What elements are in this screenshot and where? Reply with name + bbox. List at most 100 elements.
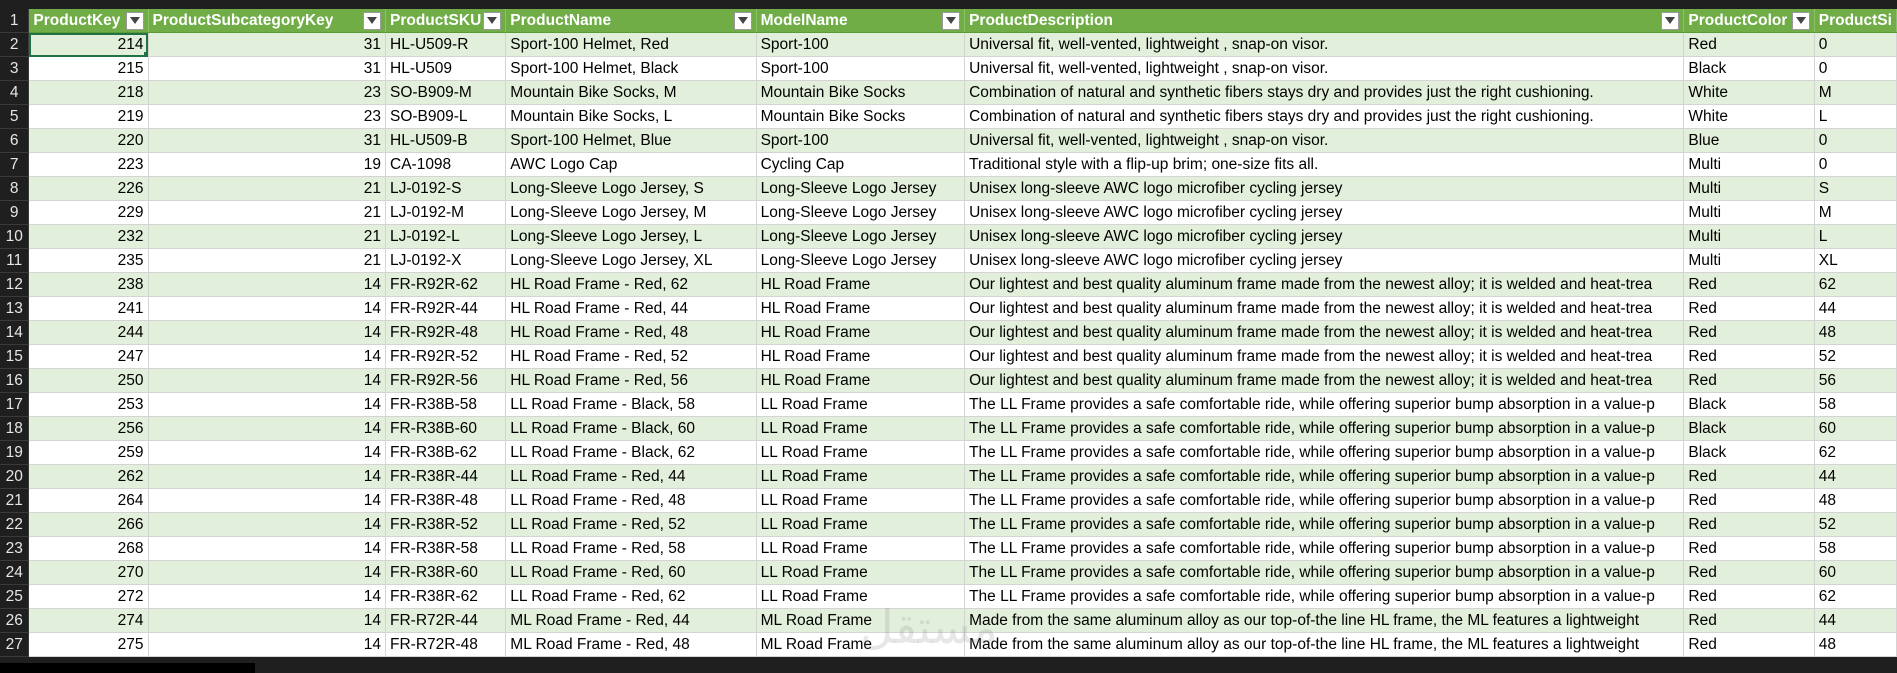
size-cell[interactable]: 62 [1814,584,1897,609]
description-cell[interactable]: Our lightest and best quality aluminum f… [964,272,1685,297]
product-name-cell[interactable]: LL Road Frame - Red, 44 [505,464,757,489]
model-name-cell[interactable]: Long-Sleeve Logo Jersey [756,248,966,273]
product-key-cell[interactable]: 274 [28,608,149,633]
sku-cell[interactable]: FR-R38B-62 [385,440,507,465]
size-cell[interactable]: S [1814,176,1897,201]
filter-dropdown-icon[interactable] [733,11,752,30]
model-name-cell[interactable]: Mountain Bike Socks [756,80,966,105]
row-number[interactable]: 4 [0,80,30,105]
product-name-cell[interactable]: Long-Sleeve Logo Jersey, M [505,200,757,225]
description-cell[interactable]: Unisex long-sleeve AWC logo microfiber c… [964,248,1685,273]
subcategory-key-cell[interactable]: 14 [148,272,387,297]
description-cell[interactable]: Combination of natural and synthetic fib… [964,104,1685,129]
product-key-cell[interactable]: 232 [28,224,149,249]
subcategory-key-cell[interactable]: 31 [148,128,387,153]
filter-dropdown-icon[interactable] [363,11,381,30]
description-cell[interactable]: Combination of natural and synthetic fib… [964,80,1685,105]
column-header-productcolor[interactable]: ProductColor [1683,9,1815,33]
column-header-productsku[interactable]: ProductSKU [385,9,507,33]
product-name-cell[interactable]: ML Road Frame - Red, 48 [505,632,757,657]
product-key-cell[interactable]: 264 [28,488,149,513]
sku-cell[interactable]: CA-1098 [385,152,507,177]
subcategory-key-cell[interactable]: 23 [148,104,387,129]
size-cell[interactable]: 48 [1814,320,1897,345]
color-cell[interactable]: Multi [1683,224,1815,249]
size-cell[interactable]: L [1814,104,1897,129]
row-number[interactable]: 13 [0,296,30,321]
sku-cell[interactable]: SO-B909-M [385,80,507,105]
product-key-cell[interactable]: 247 [28,344,149,369]
sku-cell[interactable]: FR-R92R-56 [385,368,507,393]
model-name-cell[interactable]: Long-Sleeve Logo Jersey [756,224,966,249]
size-cell[interactable]: 58 [1814,392,1897,417]
color-cell[interactable]: Red [1683,368,1815,393]
product-name-cell[interactable]: ML Road Frame - Red, 44 [505,608,757,633]
sku-cell[interactable]: FR-R38R-60 [385,560,507,585]
description-cell[interactable]: Universal fit, well-vented, lightweight … [964,56,1685,81]
subcategory-key-cell[interactable]: 14 [148,392,387,417]
row-number[interactable]: 22 [0,512,30,537]
color-cell[interactable]: White [1683,80,1815,105]
sku-cell[interactable]: SO-B909-L [385,104,507,129]
row-number[interactable]: 18 [0,416,30,441]
filter-dropdown-icon[interactable] [942,11,961,30]
product-name-cell[interactable]: HL Road Frame - Red, 48 [505,320,757,345]
row-number[interactable]: 15 [0,344,30,369]
subcategory-key-cell[interactable]: 14 [148,368,387,393]
color-cell[interactable]: Black [1683,392,1815,417]
product-key-cell[interactable]: 253 [28,392,149,417]
subcategory-key-cell[interactable]: 14 [148,512,387,537]
size-cell[interactable]: L [1814,224,1897,249]
subcategory-key-cell[interactable]: 14 [148,344,387,369]
description-cell[interactable]: The LL Frame provides a safe comfortable… [964,560,1685,585]
model-name-cell[interactable]: HL Road Frame [756,320,966,345]
description-cell[interactable]: Unisex long-sleeve AWC logo microfiber c… [964,200,1685,225]
subcategory-key-cell[interactable]: 21 [148,248,387,273]
color-cell[interactable]: Red [1683,320,1815,345]
product-key-cell[interactable]: 238 [28,272,149,297]
description-cell[interactable]: The LL Frame provides a safe comfortable… [964,536,1685,561]
size-cell[interactable]: XL [1814,248,1897,273]
product-key-cell[interactable]: 262 [28,464,149,489]
color-cell[interactable]: Red [1683,344,1815,369]
row-number[interactable]: 11 [0,248,30,273]
color-cell[interactable]: Blue [1683,128,1815,153]
subcategory-key-cell[interactable]: 31 [148,32,387,57]
size-cell[interactable]: M [1814,200,1897,225]
sku-cell[interactable]: FR-R92R-44 [385,296,507,321]
sku-cell[interactable]: FR-R72R-44 [385,608,507,633]
size-cell[interactable]: 52 [1814,344,1897,369]
color-cell[interactable]: Multi [1683,176,1815,201]
subcategory-key-cell[interactable]: 14 [148,488,387,513]
size-cell[interactable]: 48 [1814,632,1897,657]
model-name-cell[interactable]: Long-Sleeve Logo Jersey [756,200,966,225]
model-name-cell[interactable]: Sport-100 [756,128,966,153]
row-number[interactable]: 25 [0,584,30,609]
row-number[interactable]: 14 [0,320,30,345]
model-name-cell[interactable]: Cycling Cap [756,152,966,177]
size-cell[interactable]: 60 [1814,416,1897,441]
size-cell[interactable]: 52 [1814,512,1897,537]
row-number[interactable]: 10 [0,224,30,249]
product-name-cell[interactable]: LL Road Frame - Black, 58 [505,392,757,417]
product-name-cell[interactable]: Long-Sleeve Logo Jersey, XL [505,248,757,273]
subcategory-key-cell[interactable]: 14 [148,320,387,345]
product-name-cell[interactable]: LL Road Frame - Red, 60 [505,560,757,585]
model-name-cell[interactable]: LL Road Frame [756,464,966,489]
row-number[interactable]: 1 [0,9,30,33]
column-header-productsubcategorykey[interactable]: ProductSubcategoryKey [148,9,387,33]
product-name-cell[interactable]: LL Road Frame - Red, 62 [505,584,757,609]
sku-cell[interactable]: HL-U509 [385,56,507,81]
description-cell[interactable]: The LL Frame provides a safe comfortable… [964,440,1685,465]
sku-cell[interactable]: HL-U509-B [385,128,507,153]
size-cell[interactable]: M [1814,80,1897,105]
model-name-cell[interactable]: Sport-100 [756,56,966,81]
product-key-cell[interactable]: 218 [28,80,149,105]
row-number[interactable]: 5 [0,104,30,129]
subcategory-key-cell[interactable]: 19 [148,152,387,177]
product-name-cell[interactable]: Long-Sleeve Logo Jersey, L [505,224,757,249]
color-cell[interactable]: Red [1683,464,1815,489]
description-cell[interactable]: Our lightest and best quality aluminum f… [964,368,1685,393]
sku-cell[interactable]: FR-R72R-48 [385,632,507,657]
column-header-productname[interactable]: ProductName [505,9,757,33]
